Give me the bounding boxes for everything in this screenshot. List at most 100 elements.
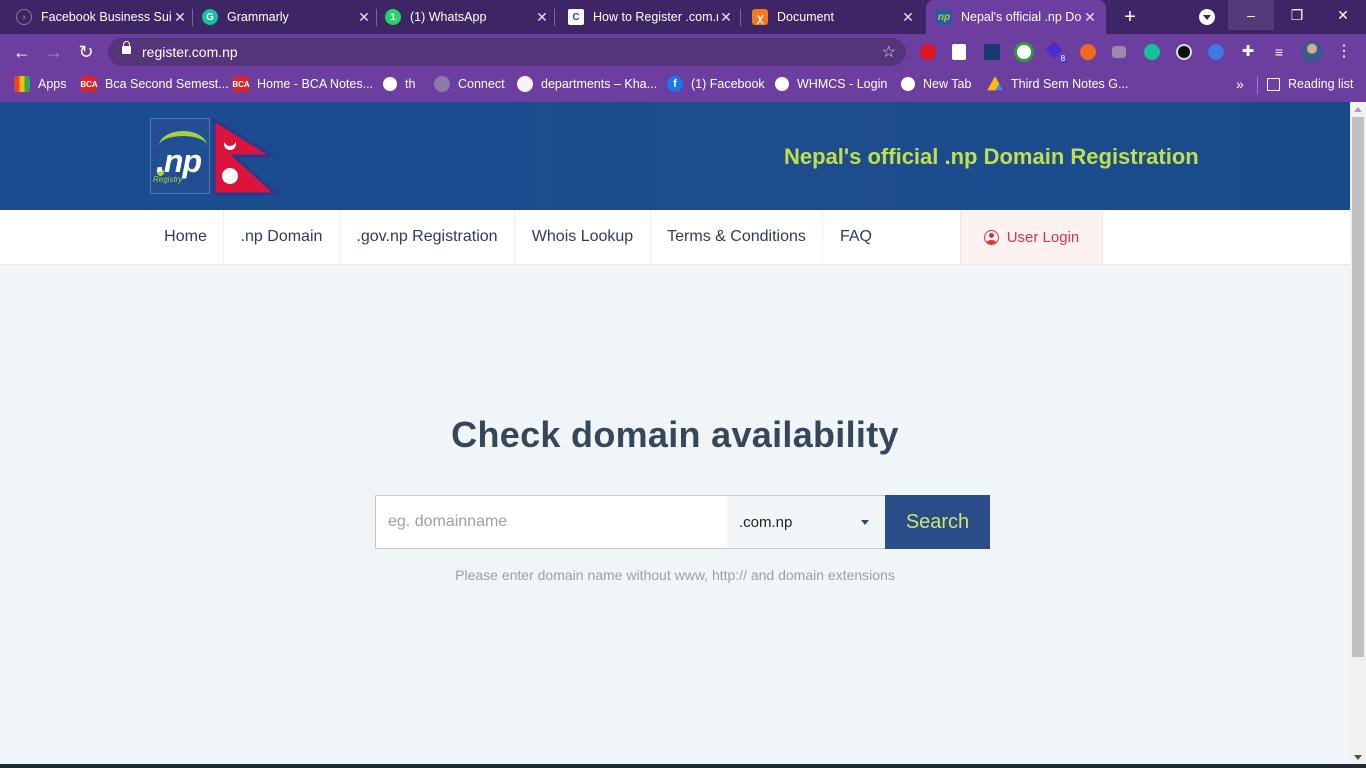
globe-icon	[901, 77, 915, 91]
tab-facebook-business[interactable]: › Facebook Business Sui ✕	[16, 0, 188, 34]
cloud-icon[interactable]	[1176, 44, 1192, 60]
close-tab-icon[interactable]: ✕	[534, 9, 550, 26]
bookmark-third-sem[interactable]: Third Sem Notes G...	[987, 70, 1128, 98]
reading-list-icon	[1267, 77, 1280, 91]
address-bar[interactable]: register.com.np ☆	[108, 38, 906, 66]
nav-gov-np-registration[interactable]: .gov.np Registration	[340, 210, 515, 264]
nav-home[interactable]: Home	[148, 210, 224, 264]
tab-grammarly[interactable]: G Grammarly ✕	[202, 0, 372, 34]
close-tab-icon[interactable]: ✕	[356, 9, 372, 26]
restore-button[interactable]: ❐	[1274, 0, 1320, 30]
tab-np-registry[interactable]: np Nepal's official .np Dom ✕	[926, 0, 1106, 34]
camera-icon[interactable]	[1112, 46, 1126, 58]
bookmark-star-icon[interactable]: ☆	[882, 42, 896, 62]
page-scrollbar[interactable]	[1350, 102, 1366, 766]
bookmark-facebook[interactable]: f (1) Facebook	[667, 70, 765, 98]
bookmark-bca-notes[interactable]: BCA Home - BCA Notes...	[232, 70, 374, 98]
tab-how-to-register[interactable]: C How to Register .com.n ✕	[568, 0, 734, 34]
fire-icon[interactable]	[1080, 44, 1096, 60]
site-tagline: Nepal's official .np Domain Registration	[784, 144, 1199, 169]
bca-icon: BCA	[80, 76, 98, 92]
chevron-down-icon	[861, 520, 869, 525]
bookmark-label: WHMCS - Login	[797, 77, 888, 91]
bookmark-new-tab[interactable]: New Tab	[901, 70, 971, 98]
close-tab-icon[interactable]: ✕	[172, 9, 188, 26]
new-tab-button[interactable]: +	[1120, 5, 1140, 29]
translate-icon[interactable]	[952, 44, 966, 60]
media-icon[interactable]: ≡	[1271, 44, 1287, 60]
nav-whois-lookup[interactable]: Whois Lookup	[515, 210, 651, 264]
back-arrow-icon[interactable]	[1208, 44, 1224, 60]
bookmark-bca-second[interactable]: BCA Bca Second Semest...	[80, 70, 229, 98]
nav-terms-conditions[interactable]: Terms & Conditions	[651, 210, 823, 264]
bookmark-connect[interactable]: Connect	[434, 70, 505, 98]
grammarly-icon: G	[202, 9, 218, 25]
user-login-button[interactable]: User Login	[960, 210, 1103, 264]
nav-faq[interactable]: FAQ	[823, 210, 889, 264]
grammarly-ext-icon[interactable]	[1144, 44, 1160, 60]
close-tab-icon[interactable]: ✕	[900, 9, 916, 26]
menu-dots-icon[interactable]: ⋮	[1336, 44, 1352, 60]
bookmark-label: Home - BCA Notes...	[257, 77, 374, 91]
download-manager-icon[interactable]	[1014, 42, 1034, 62]
bookmark-departments[interactable]: departments – Kha...	[517, 70, 657, 98]
j-icon[interactable]	[984, 44, 1000, 60]
bookmark-th[interactable]: th	[383, 70, 415, 98]
np-registry-logo[interactable]: .np Registry	[150, 118, 210, 194]
tab-title: How to Register .com.n	[593, 10, 718, 24]
scroll-up-icon[interactable]	[1354, 107, 1362, 112]
domain-search-form: .com.np Search	[375, 495, 990, 549]
bca-icon: BCA	[232, 76, 250, 92]
bookmark-whmcs[interactable]: WHMCS - Login	[775, 70, 887, 98]
search-button[interactable]: Search	[885, 495, 990, 549]
forward-button[interactable]: →	[42, 40, 66, 64]
bookmark-label: Third Sem Notes G...	[1011, 77, 1129, 91]
globe-icon	[775, 77, 789, 91]
site-icon	[517, 76, 533, 92]
apps-grid-icon	[14, 76, 30, 92]
bookmark-label: Connect	[458, 77, 505, 91]
facebook-business-icon: ›	[16, 9, 32, 25]
adblock-icon[interactable]	[920, 44, 936, 60]
user-login-label: User Login	[1006, 228, 1080, 246]
close-tab-icon[interactable]: ✕	[1082, 9, 1098, 26]
reload-button[interactable]: ↻	[74, 40, 98, 64]
tab-whatsapp[interactable]: 1 (1) WhatsApp ✕	[385, 0, 550, 34]
back-button[interactable]: ←	[10, 40, 34, 64]
tab-divider	[740, 9, 741, 26]
tab-divider	[192, 9, 193, 26]
reading-list-label: Reading list	[1288, 77, 1354, 91]
profile-avatar[interactable]	[1301, 41, 1323, 63]
whatsapp-icon: 1	[385, 9, 401, 25]
url-text[interactable]: register.com.np	[142, 44, 238, 60]
scroll-down-icon[interactable]	[1354, 755, 1362, 760]
taskbar-edge	[0, 764, 1366, 768]
tab-document[interactable]: ꭓ Document ✕	[752, 0, 916, 34]
domain-extension-select[interactable]: .com.np	[727, 495, 885, 549]
divider	[1257, 76, 1258, 94]
puzzle-icon[interactable]: ✚	[1240, 44, 1256, 60]
tab-title: Grammarly	[227, 10, 289, 24]
selected-extension: .com.np	[739, 513, 793, 531]
close-window-button[interactable]: ✕	[1320, 0, 1366, 30]
domain-name-input[interactable]	[375, 495, 727, 549]
scrollbar-thumb[interactable]	[1352, 117, 1364, 657]
close-tab-icon[interactable]: ✕	[718, 9, 734, 26]
nepal-flag-icon	[212, 118, 278, 196]
tab-divider	[554, 9, 555, 26]
nav-np-domain[interactable]: .np Domain	[224, 210, 340, 264]
minimize-button[interactable]: –	[1228, 0, 1274, 30]
bookmarks-overflow-button[interactable]: »	[1236, 70, 1244, 98]
bookmark-label: Bca Second Semest...	[105, 77, 229, 91]
xampp-icon: ꭓ	[752, 9, 768, 25]
bookmarks-bar: Apps BCA Bca Second Semest... BCA Home -…	[0, 70, 1366, 102]
user-circle-icon	[983, 229, 999, 245]
search-hint: Please enter domain name without www, ht…	[455, 567, 895, 583]
reading-list-button[interactable]: Reading list	[1267, 70, 1353, 98]
bookmark-label: Apps	[38, 77, 67, 91]
bookmark-apps[interactable]: Apps	[14, 70, 67, 98]
tab-search-icon[interactable]	[1199, 9, 1215, 25]
np-registry-icon: np	[936, 9, 952, 25]
article-c-icon: C	[568, 9, 584, 25]
lock-icon[interactable]	[122, 41, 131, 54]
